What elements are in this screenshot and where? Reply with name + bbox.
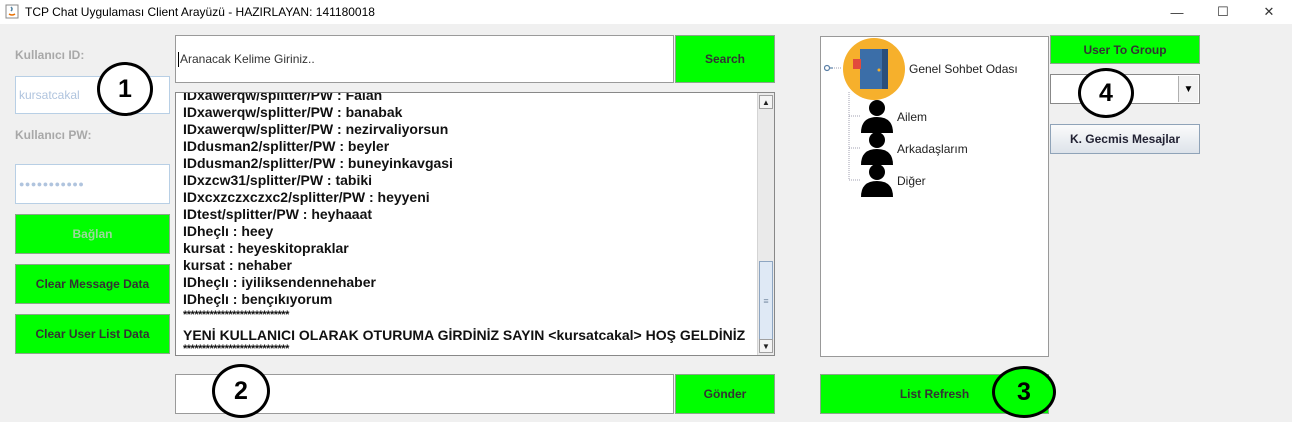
tree-item-diger[interactable]: Diğer [897,174,926,188]
connect-button[interactable]: Bağlan [15,214,170,254]
annotation-3: 3 [992,366,1056,418]
password-field[interactable]: ●●●●●●●●●●● [15,164,170,204]
message-line: IDtest/splitter/PW : heyhaaat [183,206,373,222]
message-line: IDheçlı : bençıkıyorum [183,291,333,307]
message-line: IDxcxzczxczxc2/splitter/PW : heyyeni [183,189,430,205]
group-tree[interactable]: Genel Sohbet Odası Ailem Arkadaşlarım Di… [820,36,1049,357]
message-area[interactable]: IDxawerqw/splitter/PW : Falan IDxawerqw/… [175,92,775,356]
close-button[interactable]: ✕ [1246,0,1292,24]
chat-room-icon [843,38,905,100]
search-input[interactable]: Aranacak Kelime Giriniz.. [175,35,674,83]
user-icon [861,132,893,165]
message-line: IDxzcw31/splitter/PW : tabiki [183,172,373,188]
scroll-down-icon[interactable]: ▼ [759,339,773,353]
message-line: IDxawerqw/splitter/PW : Falan [183,92,383,103]
separator-line: **************************** [183,309,289,321]
text-caret [178,51,179,67]
message-line: IDdusman2/splitter/PW : buneyinkavgasi [183,155,453,171]
message-scrollbar[interactable]: ▲ ≡ ▼ [757,93,774,355]
tree-item-ailem[interactable]: Ailem [897,110,927,124]
past-messages-button[interactable]: K. Gecmis Mesajlar [1050,124,1200,154]
search-input-text: Aranacak Kelime Giriniz.. [180,52,315,66]
user-id-label: Kullanıcı ID: [15,48,85,62]
separator-line: **************************** [183,343,289,355]
window-title: TCP Chat Uygulaması Client Arayüzü - HAZ… [25,5,375,19]
tree-expand-icon[interactable] [824,64,833,73]
user-icon [861,164,893,197]
user-to-group-button[interactable]: User To Group [1050,35,1200,64]
java-app-icon [5,4,19,19]
title-bar: TCP Chat Uygulaması Client Arayüzü - HAZ… [0,0,1292,24]
tree-root-label[interactable]: Genel Sohbet Odası [909,62,1018,76]
chevron-down-icon[interactable]: ▼ [1178,76,1198,102]
message-line: kursat : nehaber [183,257,292,273]
maximize-button[interactable]: ☐ [1200,0,1246,24]
message-line: IDxawerqw/splitter/PW : nezirvaliyorsun [183,121,449,137]
scroll-up-icon[interactable]: ▲ [759,95,773,109]
message-list: IDxawerqw/splitter/PW : Falan IDxawerqw/… [183,92,758,355]
clear-message-data-button[interactable]: Clear Message Data [15,264,170,304]
message-line: IDxawerqw/splitter/PW : banabak [183,104,403,120]
tree-item-arkadaslarim[interactable]: Arkadaşlarım [897,142,968,156]
search-button[interactable]: Search [675,35,775,83]
annotation-2: 2 [212,364,270,418]
annotation-1: 1 [97,62,153,116]
message-line: kursat : heyeskitopraklar [183,240,349,256]
annotation-4: 4 [1078,68,1134,118]
message-line: IDheçlı : heey [183,223,274,239]
minimize-button[interactable]: — [1154,0,1200,24]
password-label: Kullanıcı PW: [15,128,92,142]
message-line: IDdusman2/splitter/PW : beyler [183,138,390,154]
send-button[interactable]: Gönder [675,374,775,414]
clear-user-list-button[interactable]: Clear User List Data [15,314,170,354]
scroll-thumb[interactable]: ≡ [759,261,773,341]
user-icon [861,100,893,133]
welcome-message: YENİ KULLANICI OLARAK OTURUMA GİRDİNİZ S… [183,327,746,343]
message-line: IDheçlı : iyiliksendennehaber [183,274,376,290]
